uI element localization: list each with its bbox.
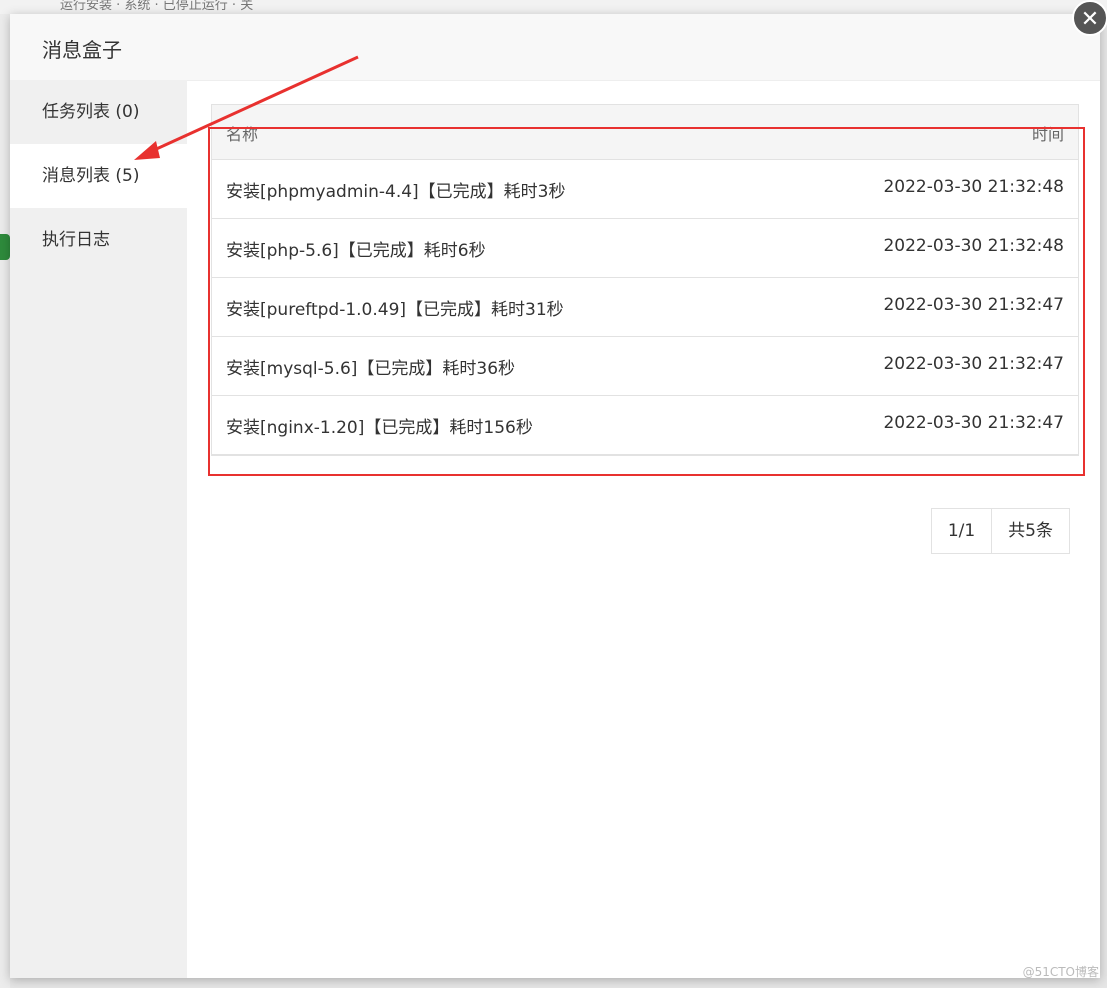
table-row[interactable]: 安装[nginx-1.20]【已完成】耗时156秒 2022-03-30 21:… xyxy=(212,396,1078,455)
watermark: @51CTO博客 xyxy=(1022,965,1099,979)
background-topbar: 运行安装 · 系统 · 已停止运行 · 关 xyxy=(0,0,1107,14)
table-header: 名称 时间 xyxy=(212,105,1078,160)
row-time: 2022-03-30 21:32:48 xyxy=(883,236,1064,256)
message-box-modal: 消息盒子 任务列表 (0) 消息列表 (5) 执行日志 名称 时间 安装[php… xyxy=(10,14,1100,978)
background-topbar-text: 运行安装 · 系统 · 已停止运行 · 关 xyxy=(60,0,254,13)
row-name: 安装[mysql-5.6]【已完成】耗时36秒 xyxy=(226,359,516,379)
background-accent xyxy=(0,234,10,260)
row-time: 2022-03-30 21:32:47 xyxy=(883,354,1064,374)
table-row[interactable]: 安装[phpmyadmin-4.4]【已完成】耗时3秒 2022-03-30 2… xyxy=(212,160,1078,219)
message-list-content: 名称 时间 安装[phpmyadmin-4.4]【已完成】耗时3秒 2022-0… xyxy=(211,104,1079,456)
sidebar-item-task-list[interactable]: 任务列表 (0) xyxy=(10,80,187,144)
sidebar-item-label: 任务列表 (0) xyxy=(42,102,140,122)
close-icon[interactable]: ✕ xyxy=(1072,0,1107,36)
row-time: 2022-03-30 21:32:48 xyxy=(883,177,1064,197)
modal-header: 消息盒子 xyxy=(10,14,1100,81)
row-name: 安装[php-5.6]【已完成】耗时6秒 xyxy=(226,241,486,261)
row-name: 安装[nginx-1.20]【已完成】耗时156秒 xyxy=(226,418,533,438)
table-row[interactable]: 安装[php-5.6]【已完成】耗时6秒 2022-03-30 21:32:48 xyxy=(212,219,1078,278)
row-time: 2022-03-30 21:32:47 xyxy=(883,295,1064,315)
message-table: 名称 时间 安装[phpmyadmin-4.4]【已完成】耗时3秒 2022-0… xyxy=(211,104,1079,456)
row-name: 安装[phpmyadmin-4.4]【已完成】耗时3秒 xyxy=(226,182,566,202)
row-name: 安装[pureftpd-1.0.49]【已完成】耗时31秒 xyxy=(226,300,564,320)
pagination: 1/1 共5条 xyxy=(930,508,1070,554)
sidebar-item-label: 执行日志 xyxy=(42,230,110,250)
modal-title: 消息盒子 xyxy=(42,38,122,62)
column-header-name: 名称 xyxy=(226,125,259,144)
table-row[interactable]: 安装[mysql-5.6]【已完成】耗时36秒 2022-03-30 21:32… xyxy=(212,337,1078,396)
sidebar-item-message-list[interactable]: 消息列表 (5) xyxy=(10,144,187,208)
total-count: 共5条 xyxy=(991,509,1069,553)
sidebar-item-execution-log[interactable]: 执行日志 xyxy=(10,208,187,272)
column-header-time: 时间 xyxy=(1031,125,1064,144)
modal-sidebar: 任务列表 (0) 消息列表 (5) 执行日志 xyxy=(10,80,187,978)
row-time: 2022-03-30 21:32:47 xyxy=(883,413,1064,433)
page-indicator[interactable]: 1/1 xyxy=(932,509,991,553)
sidebar-item-label: 消息列表 (5) xyxy=(42,166,140,186)
background-left-strip xyxy=(0,14,10,988)
table-row[interactable]: 安装[pureftpd-1.0.49]【已完成】耗时31秒 2022-03-30… xyxy=(212,278,1078,337)
